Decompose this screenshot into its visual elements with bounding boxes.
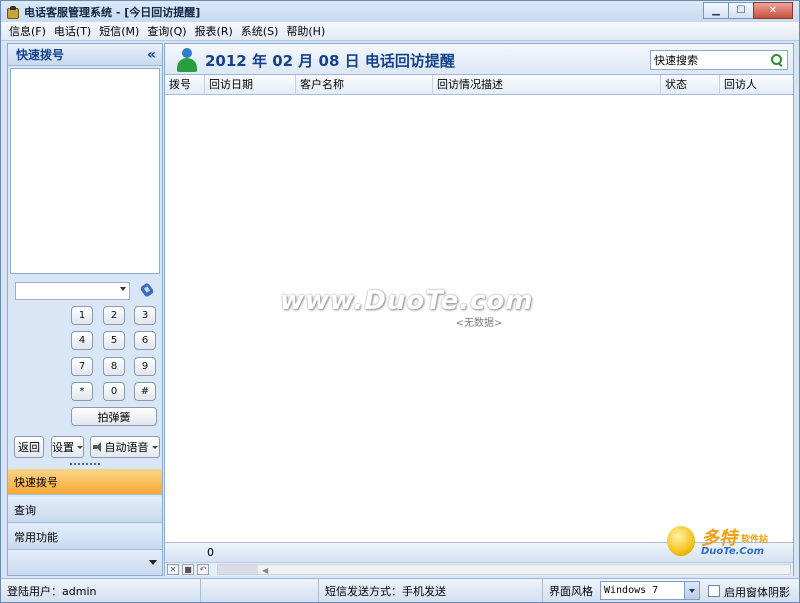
stop-icon[interactable]: ■ (182, 564, 194, 575)
menu-report[interactable]: 报表(R) (195, 23, 233, 39)
style-label: 界面风格 (543, 579, 599, 602)
chevron-down-icon (684, 582, 699, 599)
app-window: 电话客服管理系统 - [今日回访提醒] ▁ ☐ ✕ 信息(F) 电话(T) 短信… (0, 0, 800, 603)
flash-hook-button[interactable]: 拍弹簧 (71, 407, 157, 426)
brand-site: DuoTe.Com (701, 546, 765, 557)
nav-quick-dial-label: 快速拨号 (14, 475, 58, 489)
status-sms-text: 短信发送方式：手机发送 (325, 584, 446, 598)
caret-down-icon (151, 445, 158, 449)
brand-logo: 多特 软件站 DuoTe.Com (667, 524, 797, 560)
brand-suffix: 软件站 (741, 535, 769, 545)
menu-info[interactable]: 信息(F) (9, 23, 46, 39)
mobile-phone-icon[interactable] (139, 282, 155, 298)
col-dial[interactable]: 拨号 (165, 75, 205, 95)
quick-search-input[interactable] (651, 51, 767, 69)
key-hash[interactable]: # (134, 382, 156, 401)
maximize-button[interactable]: ☐ (728, 2, 754, 19)
status-user-text: 登陆用户：admin (7, 584, 97, 598)
panel-splitter[interactable] (70, 463, 100, 466)
page-title: 2012 年 02 月 08 日 电话回访提醒 (205, 52, 455, 70)
status-user: 登陆用户：admin (1, 579, 201, 602)
chevron-down-icon (120, 287, 126, 291)
key-7[interactable]: 7 (71, 357, 93, 376)
settings-button-label: 设置 (52, 441, 74, 454)
content-header: 2012 年 02 月 08 日 电话回访提醒 (165, 44, 793, 75)
col-customer-name[interactable]: 客户名称 (296, 75, 433, 95)
grid-header: 拨号 回访日期 客户名称 回访情况描述 状态 回访人 (165, 75, 793, 95)
dial-keypad: 1 2 3 4 5 6 7 8 9 * 0 # 拍弹簧 (8, 306, 162, 426)
key-8[interactable]: 8 (103, 357, 125, 376)
nav-query[interactable]: 查询 (8, 497, 162, 523)
back-button-label: 返回 (18, 441, 40, 454)
key-4[interactable]: 4 (71, 331, 93, 350)
nav-common-label: 常用功能 (14, 530, 58, 544)
nav-overflow-bar[interactable] (8, 550, 162, 575)
col-visit-description[interactable]: 回访情况描述 (433, 75, 661, 95)
collapse-panel-icon[interactable]: « (147, 47, 156, 63)
quick-dial-title: 快速拨号 (16, 48, 65, 62)
settings-button[interactable]: 设置 (51, 436, 84, 458)
status-bar: 登陆用户：admin 短信发送方式：手机发送 界面风格 Windows 7 启用… (1, 578, 799, 602)
nav-query-label: 查询 (14, 503, 36, 517)
key-star[interactable]: * (71, 382, 93, 401)
col-status[interactable]: 状态 (661, 75, 720, 95)
key-3[interactable]: 3 (134, 306, 156, 325)
auto-voice-button[interactable]: 自动语音 (90, 436, 160, 458)
key-5[interactable]: 5 (103, 331, 125, 350)
col-visitor[interactable]: 回访人 (720, 75, 793, 95)
record-count: 0 (207, 546, 214, 559)
user-icon (174, 46, 200, 73)
nav-common-functions[interactable]: 常用功能 (8, 524, 162, 550)
minimize-button[interactable]: ▁ (703, 2, 729, 19)
window-controls: ▁ ☐ ✕ (703, 2, 793, 19)
menu-bar: 信息(F) 电话(T) 短信(M) 查询(Q) 报表(R) 系统(S) 帮助(H… (1, 22, 799, 41)
col-visit-date[interactable]: 回访日期 (205, 75, 296, 95)
quick-search-box[interactable] (650, 50, 788, 70)
key-6[interactable]: 6 (134, 331, 156, 350)
quick-dial-panel: 快速拨号 « 1 2 3 4 5 6 7 8 9 * 0 # 拍弹簧 返回 设置… (7, 43, 163, 576)
menu-query[interactable]: 查询(Q) (147, 23, 186, 39)
quick-dial-list[interactable] (10, 68, 160, 274)
menu-system[interactable]: 系统(S) (241, 23, 279, 39)
menu-phone[interactable]: 电话(T) (54, 23, 91, 39)
nav-quick-dial[interactable]: 快速拨号 (8, 469, 162, 495)
key-2[interactable]: 2 (103, 306, 125, 325)
grid-body[interactable]: www.DuoTe.com <无数据> (165, 96, 793, 542)
window-shadow-label: 启用窗体阴影 (724, 586, 790, 599)
horizontal-scrollbar[interactable]: ◀ (217, 564, 791, 575)
empty-grid-text: <无数据> (455, 318, 503, 329)
search-icon[interactable] (771, 54, 783, 66)
auto-voice-label: 自动语音 (104, 441, 149, 454)
main-content: 2012 年 02 月 08 日 电话回访提醒 拨号 回访日期 客户名称 回访情… (164, 43, 794, 576)
speaker-icon (92, 442, 103, 452)
menu-sms[interactable]: 短信(M) (99, 23, 139, 39)
scroll-left-icon[interactable]: ◀ (262, 566, 268, 575)
ui-style-select[interactable]: Windows 7 (600, 581, 700, 600)
key-9[interactable]: 9 (134, 357, 156, 376)
site-watermark: www.DuoTe.com (280, 286, 534, 316)
ui-style-value: Windows 7 (604, 585, 659, 596)
status-sms-mode: 短信发送方式：手机发送 (319, 579, 543, 602)
dial-number-combo[interactable] (15, 282, 130, 300)
quick-dial-header: 快速拨号 « (8, 44, 162, 66)
window-shadow-checkbox[interactable] (708, 585, 720, 597)
mascot-icon (667, 526, 695, 556)
app-phone-icon (6, 5, 20, 19)
scrollbar-thumb[interactable] (218, 565, 258, 574)
key-0[interactable]: 0 (103, 382, 125, 401)
key-1[interactable]: 1 (71, 306, 93, 325)
chevron-down-icon (149, 560, 157, 565)
window-title: 电话客服管理系统 - [今日回访提醒] (24, 5, 201, 19)
caret-down-icon (77, 445, 83, 449)
title-bar: 电话客服管理系统 - [今日回访提醒] ▁ ☐ ✕ (1, 1, 799, 22)
style-label-text: 界面风格 (549, 584, 593, 598)
menu-help[interactable]: 帮助(H) (286, 23, 325, 39)
undo-icon[interactable]: ↶ (197, 564, 209, 575)
dial-action-row: 返回 设置 自动语音 (14, 436, 160, 458)
back-button[interactable]: 返回 (14, 436, 44, 458)
grid-navigator: ✕ ■ ↶ ◀ (165, 562, 793, 576)
cancel-icon[interactable]: ✕ (167, 564, 179, 575)
close-button[interactable]: ✕ (753, 2, 793, 19)
status-empty (201, 579, 319, 602)
